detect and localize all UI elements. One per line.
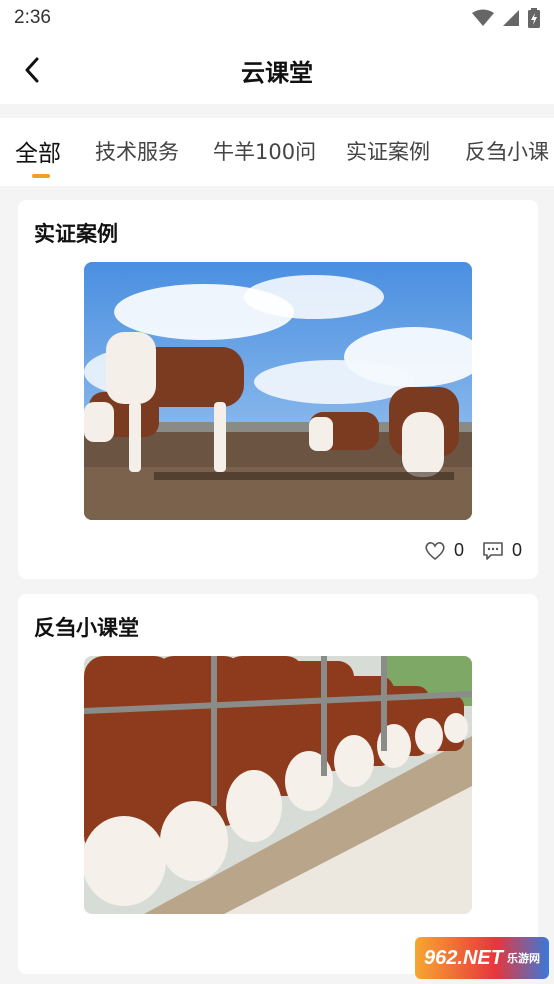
tab-technical-service[interactable]: 技术服务 — [95, 136, 179, 166]
chevron-left-icon — [25, 57, 39, 83]
cattle-feeding-image[interactable] — [84, 656, 472, 914]
tab-case-studies[interactable]: 实证案例 — [346, 136, 430, 166]
comment-icon — [483, 541, 503, 560]
comment-stat[interactable]: 0 — [482, 540, 522, 561]
watermark-text: 962.NET — [424, 946, 503, 969]
status-bar: 2:36 — [0, 0, 554, 36]
watermark-subtext: 乐游网 — [506, 953, 540, 965]
like-count: 0 — [453, 540, 464, 560]
battery-icon — [528, 8, 540, 28]
card-stats: 0 0 — [424, 540, 522, 561]
course-card[interactable]: 反刍小课堂 — [18, 594, 538, 974]
tab-all[interactable]: 全部 — [15, 134, 61, 168]
wifi-icon — [472, 9, 494, 26]
category-tab-bar: 全部 技术服务 牛羊100问 实证案例 反刍小课 — [0, 118, 554, 186]
card-title: 反刍小课堂 — [34, 616, 139, 640]
card-title: 实证案例 — [34, 222, 118, 246]
page-title: 云课堂 — [241, 58, 313, 87]
active-tab-indicator — [32, 174, 50, 178]
like-stat[interactable]: 0 — [424, 540, 464, 561]
heart-icon — [425, 541, 445, 560]
tab-rumination-class[interactable]: 反刍小课 — [465, 136, 549, 166]
title-bar: 云课堂 — [0, 36, 554, 104]
status-icons — [472, 8, 540, 28]
cattle-pasture-image[interactable] — [84, 262, 472, 520]
watermark-logo: 962.NET 乐游网 — [415, 937, 549, 979]
tab-cattle-sheep-100-questions[interactable]: 牛羊100问 — [213, 136, 316, 166]
comment-count: 0 — [511, 540, 522, 560]
status-time: 2:36 — [14, 7, 51, 28]
signal-icon — [503, 10, 519, 26]
course-card[interactable]: 实证案例 0 0 — [18, 200, 538, 579]
back-button[interactable] — [18, 54, 46, 86]
